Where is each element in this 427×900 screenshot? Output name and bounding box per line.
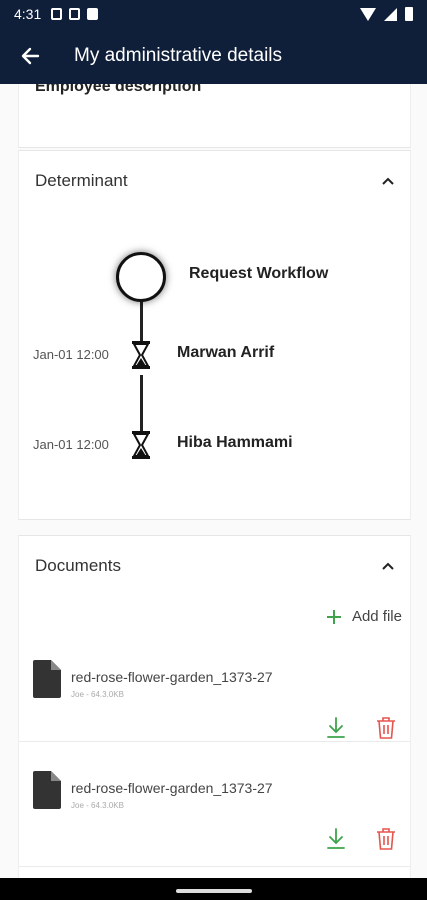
add-file-label: Add file bbox=[351, 608, 402, 625]
determinant-header[interactable]: Determinant bbox=[19, 151, 410, 211]
download-icon[interactable] bbox=[326, 827, 346, 851]
file-icon bbox=[33, 660, 61, 698]
employee-description-card: Employee description bbox=[18, 84, 411, 148]
document-item[interactable]: red-rose-flower-garden_1373-27 Joe - 64.… bbox=[19, 771, 410, 878]
trash-icon[interactable] bbox=[376, 827, 396, 851]
chevron-up-icon[interactable] bbox=[382, 175, 394, 187]
battery-icon bbox=[405, 7, 413, 21]
workflow-connector bbox=[140, 299, 143, 343]
divider bbox=[19, 741, 410, 742]
chevron-up-icon[interactable] bbox=[382, 560, 394, 572]
workflow-step-name: Hiba Hammami bbox=[177, 434, 293, 451]
workflow-step-name: Marwan Arrif bbox=[177, 344, 275, 361]
employee-description-title: Employee description bbox=[35, 84, 202, 95]
notification-a-icon bbox=[51, 8, 63, 20]
status-time: 4:31 bbox=[14, 6, 42, 22]
status-bar: 4:31 bbox=[0, 0, 427, 28]
determinant-card: Determinant Request Workflow Jan-01 12:0… bbox=[18, 150, 411, 520]
trash-icon[interactable] bbox=[376, 716, 396, 740]
wifi-icon bbox=[360, 7, 376, 21]
documents-title: Documents bbox=[35, 556, 121, 575]
content-scroll[interactable]: Employee description Determinant Request… bbox=[0, 84, 427, 878]
document-item[interactable]: red-rose-flower-garden_1373-27 Joe - 64.… bbox=[19, 660, 410, 775]
file-icon bbox=[33, 771, 61, 809]
workflow-step-date: Jan-01 12:00 bbox=[33, 437, 109, 452]
sd-card-icon bbox=[87, 8, 99, 20]
hourglass-icon bbox=[132, 341, 150, 369]
workflow-connector bbox=[140, 375, 143, 433]
status-right bbox=[360, 7, 413, 21]
document-meta: Joe - 64.3.0KB bbox=[71, 690, 124, 699]
system-nav-bar bbox=[0, 878, 427, 900]
documents-header[interactable]: Documents bbox=[19, 536, 410, 596]
document-name: red-rose-flower-garden_1373-27 bbox=[71, 780, 273, 796]
arrow-left-icon bbox=[21, 47, 40, 65]
plus-icon bbox=[326, 609, 341, 624]
document-name: red-rose-flower-garden_1373-27 bbox=[71, 669, 273, 685]
workflow-step-date: Jan-01 12:00 bbox=[33, 347, 109, 362]
download-icon[interactable] bbox=[326, 716, 346, 740]
determinant-title: Determinant bbox=[35, 171, 128, 190]
page-title: My administrative details bbox=[74, 45, 283, 66]
notification-box-icon bbox=[69, 8, 81, 20]
back-button[interactable] bbox=[0, 28, 60, 84]
hourglass-icon bbox=[132, 431, 150, 459]
document-meta: Joe - 64.3.0KB bbox=[71, 801, 124, 810]
add-file-button[interactable]: Add file bbox=[326, 608, 402, 625]
divider bbox=[19, 866, 410, 867]
workflow-start-label: Request Workflow bbox=[189, 265, 329, 282]
documents-card: Documents Add file red-rose-flower-garde… bbox=[18, 535, 411, 878]
home-handle[interactable] bbox=[176, 889, 252, 893]
app-bar: My administrative details bbox=[0, 28, 427, 84]
workflow-start-node bbox=[116, 252, 166, 302]
signal-icon bbox=[384, 7, 397, 21]
